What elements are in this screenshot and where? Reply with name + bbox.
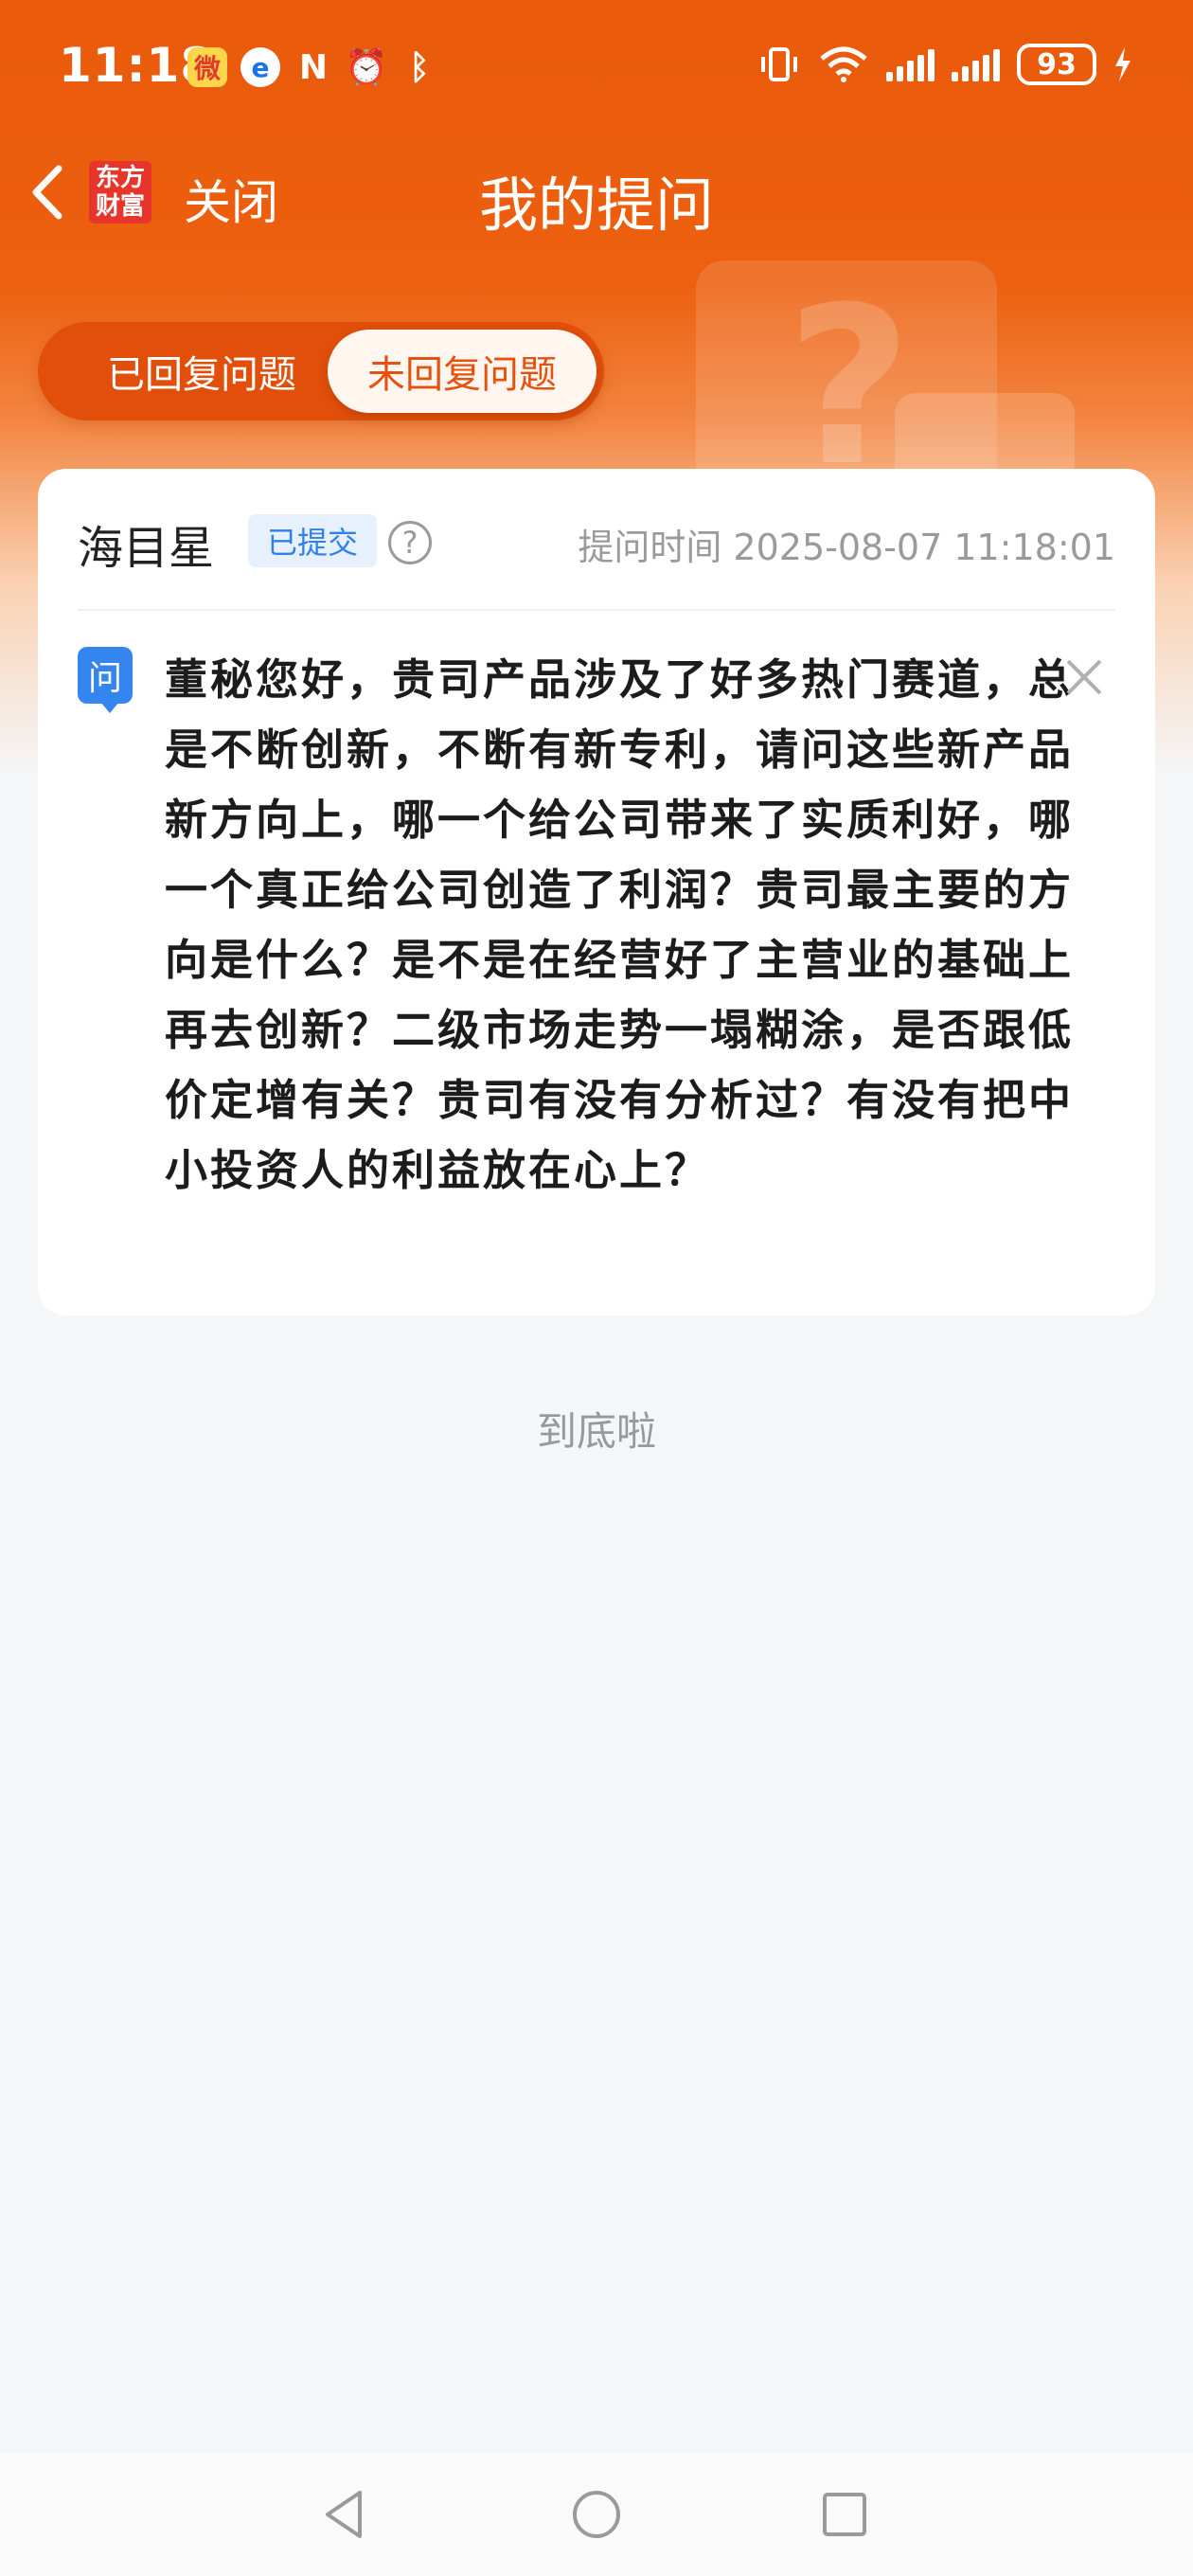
vibrate-icon (761, 47, 797, 81)
close-icon[interactable] (1060, 653, 1108, 701)
weibo-icon: 微 (187, 47, 227, 87)
battery-indicator: 93 (1017, 44, 1096, 85)
edge-icon: e (240, 47, 280, 87)
company-name: 海目星 (78, 522, 215, 575)
help-icon[interactable]: ? (388, 521, 432, 564)
back-icon[interactable] (312, 2481, 379, 2548)
wifi-icon (820, 46, 867, 82)
system-icons: 93 (757, 44, 1132, 85)
nfc-icon: N (298, 47, 329, 87)
end-of-list-text: 到底啦 (536, 1408, 656, 1455)
tab-unanswered[interactable]: 未回复问题 (328, 330, 596, 413)
system-nav-bar (0, 2453, 1193, 2576)
signal-icon (886, 47, 935, 81)
charging-icon (1115, 47, 1131, 81)
status-badge: 已提交 (248, 514, 378, 567)
question-icon: 问 (78, 647, 133, 713)
bluetooth-icon: ᛒ (409, 47, 430, 87)
nav-bar: 东方财富 关闭 我的提问 (0, 142, 1193, 246)
question-text: 董秘您好，贵司产品涉及了好多热门赛道，总是不断创新，不断有新专利，请问这些新产品… (165, 654, 1075, 1195)
alarm-icon: ⏰ (345, 48, 388, 87)
home-icon[interactable] (563, 2481, 630, 2548)
signal-icon (952, 47, 1000, 81)
question-card: 海目星 已提交 ? 提问时间 2025-08-07 11:18:01 问 董秘您… (38, 469, 1155, 1315)
ask-time: 提问时间 2025-08-07 11:18:01 (578, 527, 1115, 568)
tab-switcher: 已回复问题 未回复问题 (38, 322, 604, 420)
tab-answered[interactable]: 已回复问题 (45, 330, 358, 413)
status-bar: 11:18 微 e N ⏰ ᛒ 93 (0, 0, 1193, 133)
page-title: 我的提问 (478, 170, 714, 240)
divider (78, 609, 1115, 611)
recents-icon[interactable] (811, 2481, 878, 2548)
notification-icons: 微 e N ⏰ ᛒ (187, 47, 439, 87)
